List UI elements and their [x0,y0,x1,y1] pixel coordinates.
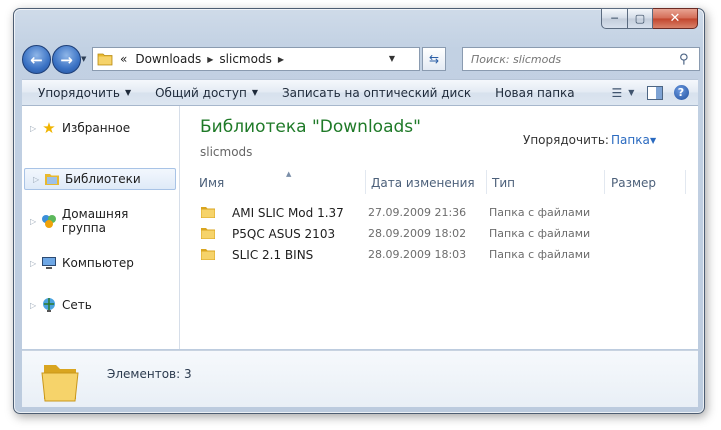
details-view-icon: ☰ [611,85,623,100]
folder-icon [201,249,215,260]
search-box[interactable]: ⚲ [462,47,700,71]
new-folder-button[interactable]: Новая папка [487,86,582,100]
file-row[interactable]: SLIC 2.1 BINS 28.09.2009 18:03 Папка с ф… [196,245,686,265]
column-divider[interactable] [685,170,686,194]
folder-icon [41,365,79,402]
column-header-date[interactable]: Дата изменения [371,172,475,194]
column-header-name[interactable]: Имя [199,172,224,194]
details-pane: Элементов: 3 [22,350,698,407]
file-name: AMI SLIC Mod 1.37 [232,206,344,220]
file-row[interactable]: AMI SLIC Mod 1.37 27.09.2009 21:36 Папка… [196,203,686,223]
view-options-button[interactable]: ☰ ▼ [604,82,642,103]
expand-icon[interactable]: ▷ [33,175,41,184]
explorer-window: ─ ▢ ✕ ← → ▼ « Downloads ▶ slicmods ▶ ▼ ⇆ [13,8,705,414]
maximize-button[interactable]: ▢ [628,8,653,29]
breadcrumb-separator-icon[interactable]: ▶ [207,55,213,64]
column-divider[interactable] [604,170,605,194]
libraries-icon [44,171,60,187]
sidebar-item-libraries[interactable]: ▷ Библиотеки [24,168,176,190]
share-menu[interactable]: Общий доступ ▼ [147,86,266,100]
homegroup-icon [41,213,57,229]
preview-pane-icon [647,85,663,100]
file-type: Папка с файлами [489,227,591,240]
navigation-pane: ▷ ★ Избранное ▷ Библиотеки ▷ Домашняя гр… [22,106,180,349]
computer-icon [41,255,57,271]
file-name: SLIC 2.1 BINS [232,248,314,262]
chevron-down-icon[interactable]: ▼ [650,136,656,145]
chevron-down-icon: ▼ [251,88,258,97]
breadcrumb-separator-icon[interactable]: ▶ [278,55,284,64]
address-history-dropdown[interactable]: ▼ [389,54,395,63]
close-button[interactable]: ✕ [653,8,698,29]
forward-button[interactable]: → [52,45,81,74]
breadcrumb-downloads[interactable]: Downloads [135,52,201,66]
file-date: 27.09.2009 21:36 [368,206,467,219]
search-input[interactable] [469,51,679,67]
forward-arrow-icon: → [60,50,73,69]
address-bar[interactable]: « Downloads ▶ slicmods ▶ ▼ [92,47,420,71]
organize-menu[interactable]: Упорядочить ▼ [30,86,139,100]
file-type: Папка с файлами [489,248,591,261]
address-overflow[interactable]: « [120,52,127,66]
network-icon [41,297,57,313]
sidebar-item-network[interactable]: ▷ Сеть [22,295,175,315]
chevron-down-icon: ▼ [628,88,635,97]
column-divider[interactable] [486,170,487,194]
navigation-bar: ← → ▼ « Downloads ▶ slicmods ▶ ▼ ⇆ ⚲ [22,45,700,74]
file-type: Папка с файлами [489,206,591,219]
search-icon[interactable]: ⚲ [679,52,695,67]
library-subtitle: slicmods [200,145,253,159]
expand-icon[interactable]: ▷ [30,217,38,226]
caption-buttons: ─ ▢ ✕ [601,8,698,29]
arrange-label: Упорядочить: [523,133,609,147]
column-header-size[interactable]: Размер [611,172,656,194]
arrange-by-dropdown[interactable]: Папка [611,133,650,147]
expand-icon[interactable]: ▷ [30,124,38,133]
refresh-button[interactable]: ⇆ [422,47,446,71]
minimize-button[interactable]: ─ [601,8,628,29]
file-date: 28.09.2009 18:03 [368,248,467,261]
star-icon: ★ [42,119,56,137]
recent-pages-dropdown[interactable]: ▼ [81,55,89,63]
back-arrow-icon: ← [30,50,43,69]
burn-button[interactable]: Записать на оптический диск [274,86,479,100]
sort-ascending-icon: ▲ [286,170,292,178]
expand-icon[interactable]: ▷ [30,259,38,268]
content-pane: Библиотека "Downloads" slicmods Упорядоч… [180,106,698,349]
help-button[interactable]: ? [668,82,694,103]
folder-icon [201,207,215,218]
library-title: Библиотека "Downloads" [200,117,421,137]
chevron-down-icon: ▼ [124,88,132,97]
sidebar-item-favorites[interactable]: ▷ ★ Избранное [22,118,175,138]
sidebar-item-homegroup[interactable]: ▷ Домашняя группа [22,207,175,235]
folder-icon [97,53,113,66]
column-header-type[interactable]: Тип [492,172,515,194]
preview-pane-button[interactable] [642,82,668,103]
folder-icon [201,228,215,239]
back-button[interactable]: ← [22,45,51,74]
refresh-icon: ⇆ [428,52,440,66]
breadcrumb-slicmods[interactable]: slicmods [219,52,271,66]
file-date: 28.09.2009 18:02 [368,227,467,240]
column-divider[interactable] [365,170,366,194]
expand-icon[interactable]: ▷ [30,301,38,310]
command-bar: Упорядочить ▼ Общий доступ ▼ Записать на о… [22,79,698,106]
file-name: P5QC ASUS 2103 [232,227,336,241]
item-count: Элементов: 3 [107,367,192,381]
file-row[interactable]: P5QC ASUS 2103 28.09.2009 18:02 Папка с … [196,224,686,244]
sidebar-item-computer[interactable]: ▷ Компьютер [22,253,175,273]
help-icon: ? [673,85,689,100]
